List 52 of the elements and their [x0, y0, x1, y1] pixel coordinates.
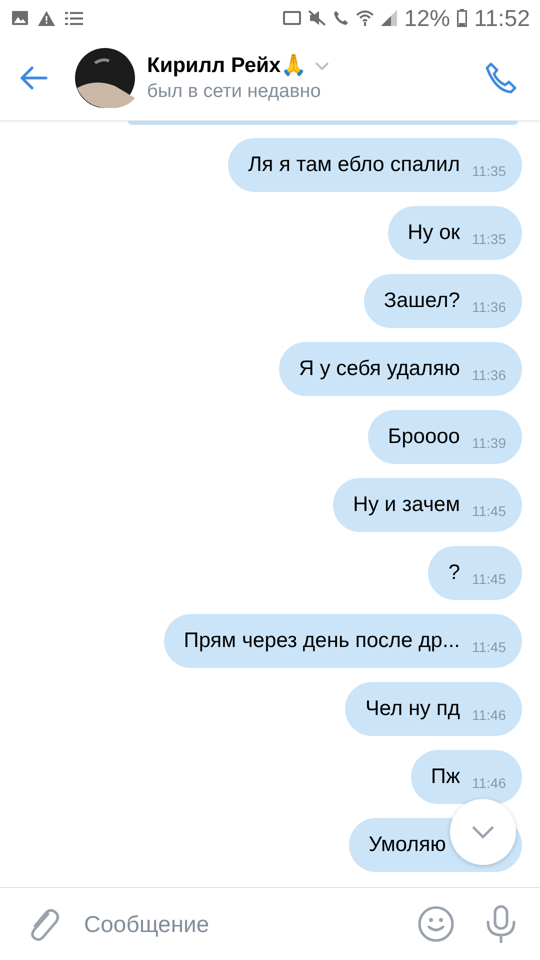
message-time: 11:35 — [472, 163, 506, 179]
battery-icon — [457, 9, 468, 27]
message-time: 11:46 — [472, 775, 506, 791]
message-bubble[interactable]: Чел ну пд 11:46 — [345, 682, 522, 736]
call-icon — [333, 10, 350, 26]
wifi-icon — [356, 10, 374, 26]
message-time: 11:45 — [472, 571, 506, 587]
message-input-field[interactable]: Сообщение — [80, 910, 398, 938]
message-text: Ну и зачем — [353, 493, 460, 517]
clock: 11:52 — [474, 4, 530, 32]
image-icon — [12, 11, 28, 25]
message-bubble[interactable]: Прям через день после др... 11:45 — [164, 614, 522, 668]
message-time: 11:36 — [472, 299, 506, 315]
message-text: Чел ну пд — [365, 697, 460, 721]
contact-name[interactable]: Кирилл Рейх🙏 — [147, 53, 307, 78]
message-text: Умоляю — [368, 833, 446, 857]
message-time: 11:35 — [472, 231, 506, 247]
message-time: 11:36 — [472, 367, 506, 383]
message-text: Броооо — [388, 425, 460, 449]
message-text: Я у себя удаляю — [298, 357, 460, 381]
message-text: ? — [448, 561, 460, 585]
message-time: 11:45 — [472, 639, 506, 655]
message-text: Ну ок — [408, 221, 460, 245]
message-time: 11:46 — [472, 707, 506, 723]
warning-icon — [38, 10, 55, 26]
signal-icon — [381, 10, 398, 26]
back-arrow-icon[interactable] — [20, 66, 48, 90]
list-icon — [65, 10, 83, 26]
message-bubble[interactable]: Ну и зачем 11:45 — [333, 478, 522, 532]
message-bubble[interactable]: Пж 11:46 — [410, 750, 522, 804]
message-text: Ля я там ебло спалил — [248, 153, 460, 177]
chevron-down-icon[interactable] — [314, 62, 329, 70]
avatar[interactable] — [75, 48, 135, 108]
message-bubble[interactable]: Броооо 11:39 — [368, 410, 522, 464]
last-seen-status: был в сети недавно — [147, 81, 322, 103]
microphone-icon[interactable] — [486, 905, 516, 943]
message-bubble[interactable]: Ля я там ебло спалил 11:35 — [228, 138, 522, 192]
cast-icon — [283, 11, 302, 25]
message-time: 11:45 — [472, 503, 506, 519]
battery-percent: 12% — [404, 4, 450, 32]
message-bubble[interactable]: Ну ок 11:35 — [388, 206, 522, 260]
message-bubble[interactable]: Зашел? 11:36 — [364, 274, 522, 328]
message-text: Пж — [430, 765, 460, 789]
chevron-down-icon — [471, 825, 495, 839]
mute-icon — [308, 10, 326, 26]
smiley-icon[interactable] — [418, 906, 454, 942]
message-bubble[interactable]: ? 11:45 — [428, 546, 522, 600]
message-time: 11:39 — [472, 435, 506, 451]
phone-icon[interactable] — [484, 61, 518, 95]
message-text: Прям через день после др... — [184, 629, 460, 653]
message-text: Зашел? — [384, 289, 460, 313]
message-bubble[interactable]: Я у себя удаляю 11:36 — [278, 342, 522, 396]
